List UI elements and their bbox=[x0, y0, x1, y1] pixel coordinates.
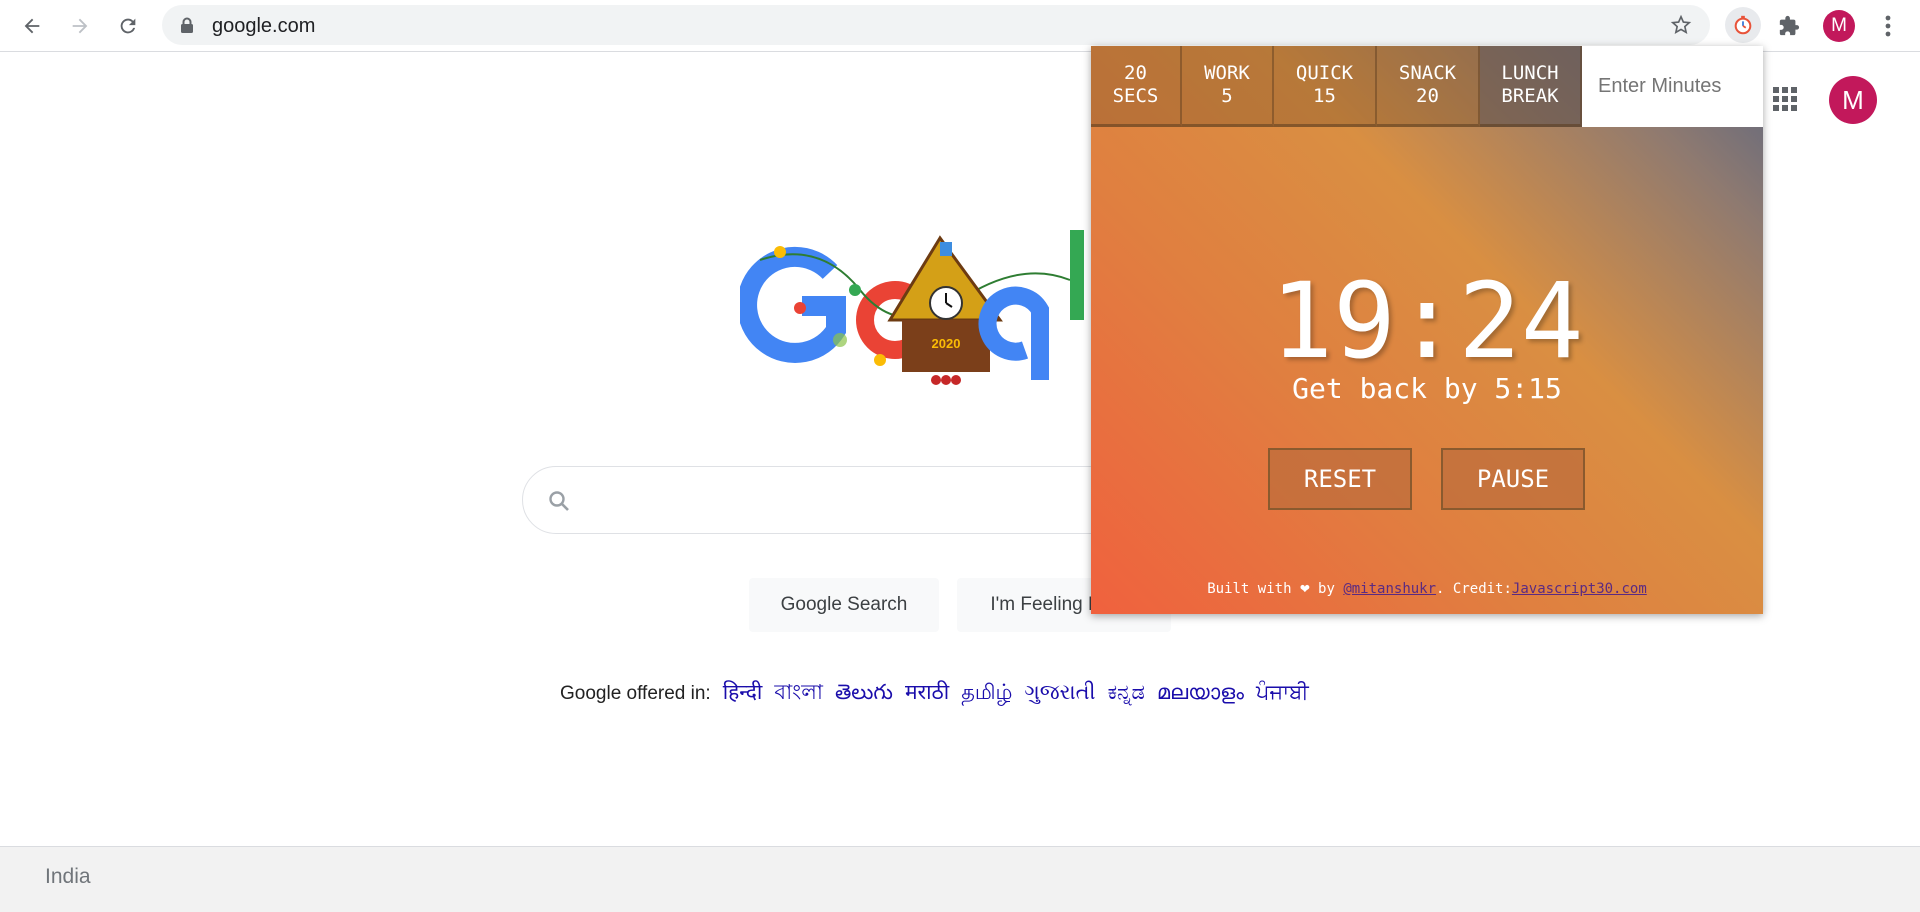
language-link[interactable]: বাংলা bbox=[774, 681, 823, 704]
preset-label: 15 bbox=[1313, 85, 1336, 107]
preset-label: WORK bbox=[1204, 62, 1250, 84]
preset-20-secs[interactable]: 20 SECS bbox=[1091, 46, 1182, 127]
google-account-avatar[interactable]: M bbox=[1829, 76, 1877, 124]
footer-country: India bbox=[45, 865, 91, 888]
built-with-text: Built with bbox=[1207, 581, 1292, 597]
extensions-icon[interactable] bbox=[1773, 10, 1805, 42]
preset-label: SECS bbox=[1112, 85, 1159, 107]
preset-snack-20[interactable]: SNACK 20 bbox=[1377, 46, 1480, 127]
end-time-text: Get back by 5:15 bbox=[1292, 372, 1562, 405]
address-bar[interactable]: google.com bbox=[162, 5, 1710, 45]
reset-button[interactable]: RESET bbox=[1268, 448, 1412, 510]
timer-popup: 20 SECS WORK 5 QUICK 15 SNACK 20 LUNCH B… bbox=[1091, 46, 1763, 614]
credit-label: . Credit: bbox=[1436, 581, 1512, 597]
preset-quick-15[interactable]: QUICK 15 bbox=[1274, 46, 1377, 127]
language-link[interactable]: ਪੰਜਾਬੀ bbox=[1256, 681, 1309, 704]
google-apps-icon[interactable] bbox=[1773, 87, 1797, 111]
language-link[interactable]: ಕನ್ನಡ bbox=[1108, 681, 1145, 704]
preset-label: 20 bbox=[1124, 62, 1147, 84]
google-doodle[interactable]: 2020 bbox=[737, 220, 1100, 390]
author-link[interactable]: @mitanshukr bbox=[1343, 581, 1436, 597]
preset-label: SNACK bbox=[1398, 62, 1457, 84]
preset-lunch-break[interactable]: LUNCH BREAK bbox=[1480, 46, 1582, 127]
more-icon[interactable] bbox=[1872, 10, 1904, 42]
google-search-button[interactable]: Google Search bbox=[749, 578, 939, 632]
search-icon bbox=[547, 489, 571, 518]
language-link[interactable]: ગુજરાતી bbox=[1024, 681, 1095, 704]
offered-label: Google offered in: bbox=[560, 683, 711, 704]
language-link[interactable]: తెలుగు bbox=[835, 681, 893, 704]
preset-work-5[interactable]: WORK 5 bbox=[1182, 46, 1274, 127]
doodle-year: 2020 bbox=[932, 336, 961, 351]
lock-icon[interactable] bbox=[180, 17, 194, 38]
page-footer: India bbox=[0, 846, 1920, 912]
timer-extension-icon[interactable] bbox=[1725, 7, 1761, 43]
star-icon[interactable] bbox=[1670, 14, 1692, 41]
profile-avatar[interactable]: M bbox=[1823, 10, 1855, 42]
timer-presets: 20 SECS WORK 5 QUICK 15 SNACK 20 LUNCH B… bbox=[1091, 46, 1763, 127]
language-link[interactable]: മലയാളം bbox=[1157, 681, 1244, 704]
forward-icon[interactable] bbox=[64, 10, 96, 42]
language-link[interactable]: தமிழ் bbox=[961, 681, 1012, 704]
preset-label: 20 bbox=[1416, 85, 1439, 107]
preset-label: LUNCH bbox=[1501, 62, 1559, 84]
language-link[interactable]: हिन्दी bbox=[723, 681, 763, 704]
preset-label: 5 bbox=[1221, 85, 1233, 107]
by-text: by bbox=[1318, 581, 1335, 597]
browser-toolbar: google.com M bbox=[0, 0, 1920, 52]
languages-offered: Google offered in: हिन्दी বাংলা తెలుగు मराठी… bbox=[560, 676, 1309, 711]
custom-minutes-input[interactable] bbox=[1582, 46, 1763, 127]
pause-button[interactable]: PAUSE bbox=[1441, 448, 1585, 510]
heart-icon: ❤ bbox=[1299, 578, 1310, 597]
credits-line: Built with ❤ by @mitanshukr. Credit:Java… bbox=[1091, 578, 1763, 597]
url-text[interactable]: google.com bbox=[212, 15, 315, 38]
time-remaining: 19:24 bbox=[1270, 260, 1584, 382]
preset-label: QUICK bbox=[1295, 62, 1354, 84]
language-link[interactable]: मराठी bbox=[905, 681, 949, 704]
preset-label: BREAK bbox=[1501, 85, 1559, 107]
back-icon[interactable] bbox=[16, 10, 48, 42]
credit-link[interactable]: Javascript30.com bbox=[1512, 581, 1647, 597]
reload-icon[interactable] bbox=[112, 10, 144, 42]
